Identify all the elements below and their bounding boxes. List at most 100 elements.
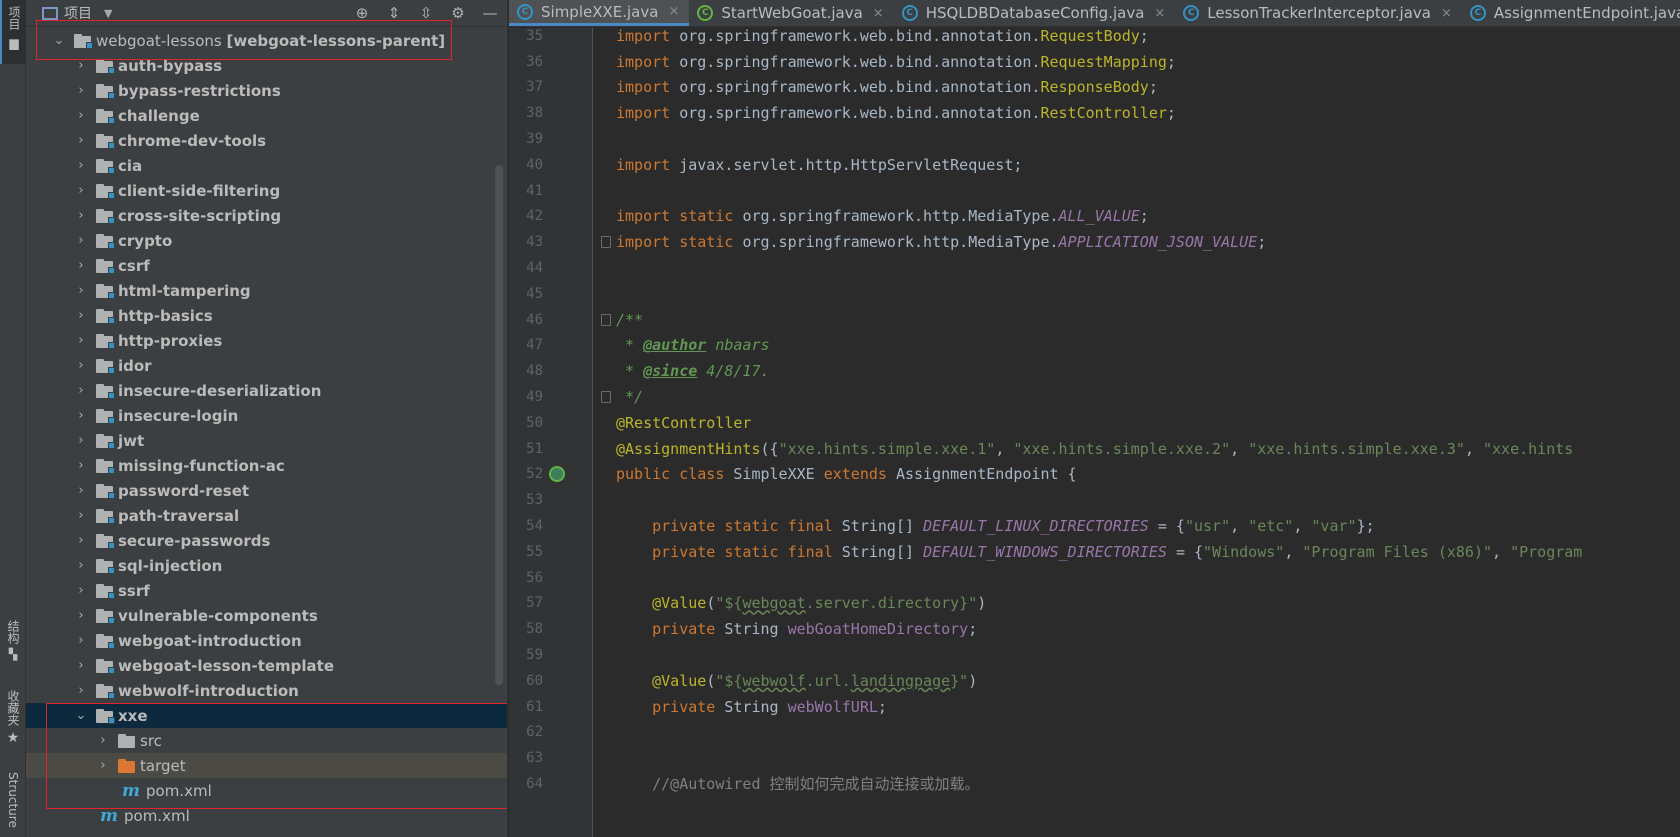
code-line[interactable]: 38 import org.springframework.web.bind.an… [509,99,1680,127]
tree-item-xxe[interactable]: ⌄ xxe [26,703,507,728]
close-icon[interactable]: × [1441,6,1452,21]
code-line[interactable]: 63 [509,744,1680,772]
code-line[interactable]: 45 [509,280,1680,308]
code-line[interactable]: 46 /** [509,306,1680,334]
chevron-right-icon[interactable]: › [74,58,88,73]
code-line[interactable]: 60 @Value("${webwolf.url.landingpage}") [509,667,1680,695]
chevron-right-icon[interactable]: › [74,483,88,498]
tab-simplexxe[interactable]: C SimpleXXE.java × [509,0,690,26]
chevron-right-icon[interactable]: › [74,633,88,648]
code-line[interactable]: 59 [509,641,1680,669]
code-line[interactable]: 40 import javax.servlet.http.HttpServletR… [509,151,1680,179]
chevron-right-icon[interactable]: › [74,233,88,248]
chevron-right-icon[interactable]: › [74,258,88,273]
chevron-right-icon[interactable]: › [74,408,88,423]
chevron-right-icon[interactable]: › [74,608,88,623]
tree-item-module[interactable]: › jwt [26,428,507,453]
chevron-right-icon[interactable]: › [74,183,88,198]
chevron-down-icon[interactable]: ⌄ [52,33,66,48]
tree-item-module[interactable]: › challenge [26,103,507,128]
tree-item-module[interactable]: › insecure-login [26,403,507,428]
gear-icon[interactable]: ⚙ [448,3,468,23]
tree-item-module[interactable]: › http-proxies [26,328,507,353]
tree-item-module[interactable]: › http-basics [26,303,507,328]
tree-item-module[interactable]: › auth-bypass [26,53,507,78]
chevron-right-icon[interactable]: › [74,108,88,123]
code-line[interactable]: 64 //@Autowired 控制如何完成自动连接或加载。 [509,770,1680,798]
code-line[interactable]: 44 [509,254,1680,282]
hide-icon[interactable]: — [480,3,500,23]
fold-marker-icon[interactable] [601,390,611,403]
tree-item-module[interactable]: › vulnerable-components [26,603,507,628]
close-icon[interactable]: × [668,4,679,19]
chevron-right-icon[interactable]: › [74,508,88,523]
close-icon[interactable]: × [1154,6,1165,21]
code-line[interactable]: 53 [509,486,1680,514]
tree-item-module[interactable]: › cia [26,153,507,178]
code-line[interactable]: 42 import static org.springframework.http… [509,203,1680,231]
tree-item-module[interactable]: › password-reset [26,478,507,503]
tree-item-module[interactable]: › cross-site-scripting [26,203,507,228]
structure-tool-tab[interactable]: Structure [0,772,26,828]
tab-startwebgoat[interactable]: C StartWebGoat.java × [689,0,893,26]
favorites-tool-tab[interactable]: 收藏夹 ★ [0,690,26,746]
code-line[interactable]: 35 import org.springframework.web.bind.an… [509,28,1680,50]
code-line[interactable]: 50 @RestController [509,409,1680,437]
tree-item-module[interactable]: › client-side-filtering [26,178,507,203]
tree-item-module[interactable]: › bypass-restrictions [26,78,507,103]
close-icon[interactable]: × [873,6,884,21]
chevron-right-icon[interactable]: › [74,158,88,173]
chevron-down-icon[interactable]: ▼ [104,7,112,20]
code-line[interactable]: 56 [509,564,1680,592]
tree-root-webgoat-lessons[interactable]: ⌄ webgoat-lessons [webgoat-lessons-paren… [26,28,507,53]
expand-all-icon[interactable]: ⇕ [384,3,404,23]
tree-item-module[interactable]: › insecure-deserialization [26,378,507,403]
chevron-right-icon[interactable]: › [74,583,88,598]
fold-marker-icon[interactable] [601,236,611,249]
tree-scrollbar[interactable] [495,165,503,685]
tree-item-module[interactable]: › path-traversal [26,503,507,528]
tab-lessontrackerinterceptor[interactable]: C LessonTrackerInterceptor.java × [1175,0,1462,26]
code-line[interactable]: 47 * @author nbaars [509,332,1680,360]
tree-item-module[interactable]: › sql-injection [26,553,507,578]
chevron-right-icon[interactable]: › [96,733,110,748]
tree-item-module[interactable]: › chrome-dev-tools [26,128,507,153]
fold-marker-icon[interactable] [601,313,611,326]
chevron-right-icon[interactable]: › [74,133,88,148]
tree-item-module[interactable]: › crypto [26,228,507,253]
chevron-right-icon[interactable]: › [74,533,88,548]
code-line[interactable]: 43 import static org.springframework.http… [509,228,1680,256]
tree-item-target[interactable]: › target [26,753,507,778]
structure-cn-tool-tab[interactable]: 结构 ▚ [0,620,26,661]
tree-item-module[interactable]: › ssrf [26,578,507,603]
tree-item-module[interactable]: › csrf [26,253,507,278]
code-line[interactable]: 36 import org.springframework.web.bind.an… [509,48,1680,76]
tree-item-module[interactable]: › webgoat-introduction [26,628,507,653]
chevron-right-icon[interactable]: › [74,333,88,348]
chevron-right-icon[interactable]: › [74,358,88,373]
chevron-right-icon[interactable]: › [74,558,88,573]
chevron-right-icon[interactable]: › [74,433,88,448]
tab-assignmentendpoint[interactable]: C AssignmentEndpoint.java [1462,0,1680,26]
tree-item-module[interactable]: › webwolf-introduction [26,678,507,703]
tree-item-module[interactable]: › missing-function-ac [26,453,507,478]
code-line[interactable]: 37 import org.springframework.web.bind.an… [509,74,1680,102]
tree-item-root-pom[interactable]: m pom.xml [26,803,507,828]
tree-item-module[interactable]: › idor [26,353,507,378]
chevron-right-icon[interactable]: › [74,208,88,223]
code-line[interactable]: 41 [509,177,1680,205]
code-line[interactable]: 55 private static final String[] DEFAULT… [509,538,1680,566]
code-line[interactable]: 49 */ [509,383,1680,411]
tree-item-module[interactable]: › html-tampering [26,278,507,303]
chevron-right-icon[interactable]: › [74,383,88,398]
locate-icon[interactable]: ⊕ [352,3,372,23]
chevron-right-icon[interactable]: › [74,658,88,673]
tree-item-module[interactable]: › secure-passwords [26,528,507,553]
chevron-right-icon[interactable]: › [74,283,88,298]
tree-item-xxe-pom[interactable]: m pom.xml [26,778,507,803]
code-line[interactable]: 51 @AssignmentHints({"xxe.hints.simple.xx… [509,435,1680,463]
code-line[interactable]: 54 private static final String[] DEFAULT… [509,512,1680,540]
code-line[interactable]: 58 private String webGoatHomeDirectory; [509,615,1680,643]
tab-hsqldbdatabaseconfig[interactable]: C HSQLDBDatabaseConfig.java × [894,0,1176,26]
chevron-down-icon[interactable]: ⌄ [74,708,88,723]
